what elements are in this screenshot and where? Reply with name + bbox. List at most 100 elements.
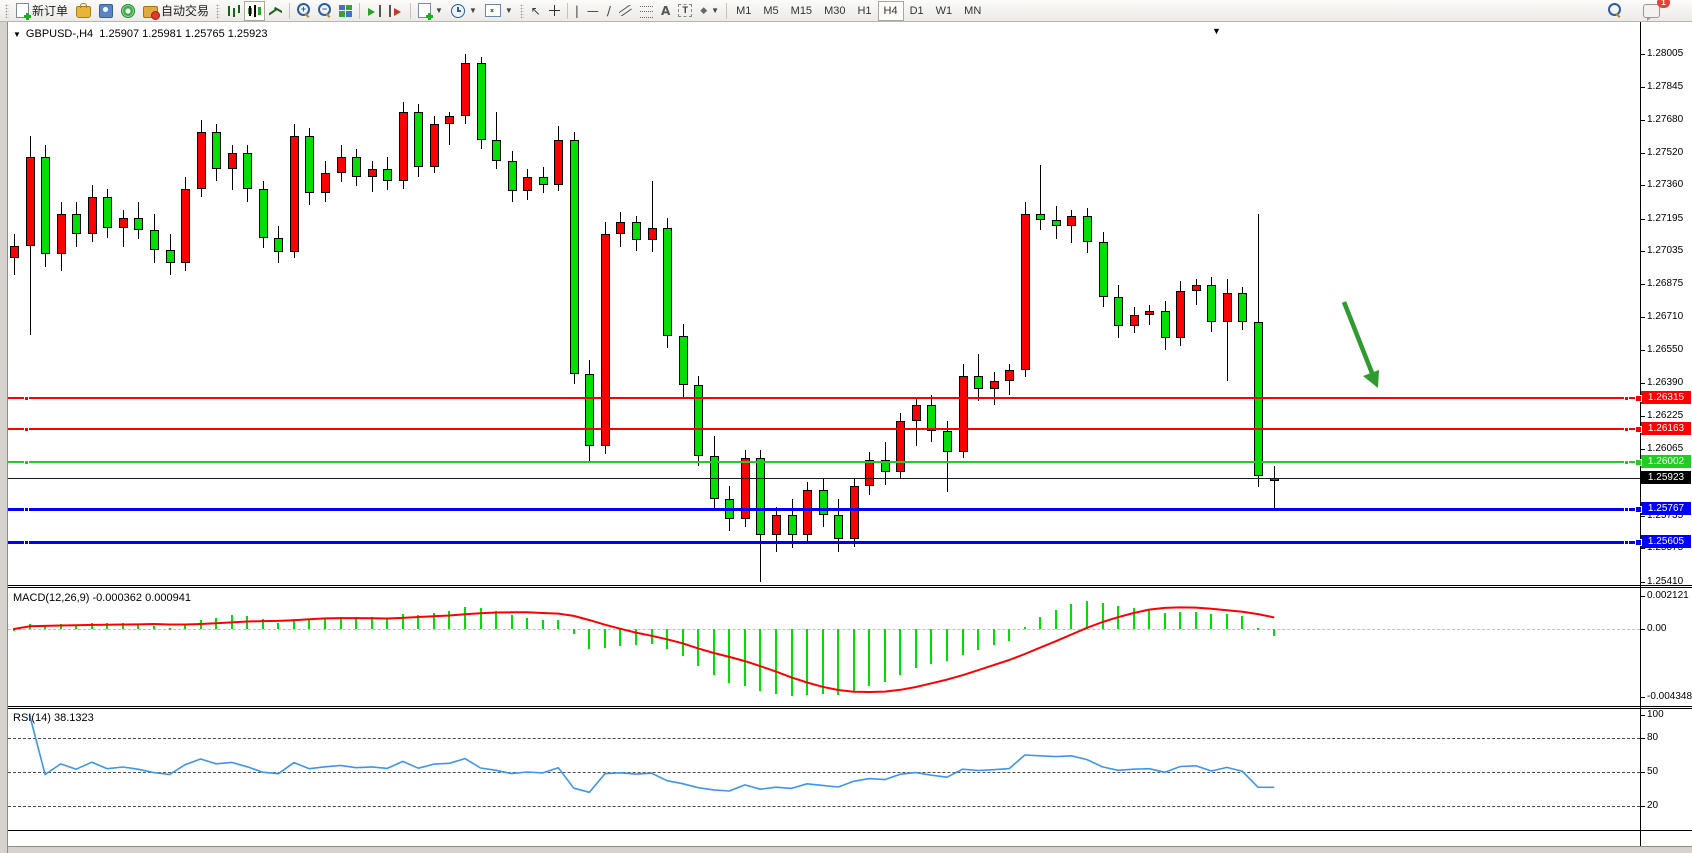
auto-scroll-button[interactable] bbox=[363, 1, 385, 21]
search-button[interactable] bbox=[1604, 1, 1625, 21]
auto-scroll-icon bbox=[367, 5, 381, 17]
candle-bull bbox=[554, 140, 563, 185]
line-chart-button[interactable] bbox=[265, 1, 286, 21]
crosshair-icon bbox=[549, 5, 560, 16]
timeframe-button-h4[interactable]: H4 bbox=[878, 1, 904, 21]
chart-collapse-icon[interactable]: ▼ bbox=[13, 30, 21, 39]
horizontal-line-object[interactable] bbox=[8, 461, 1640, 463]
profile-button[interactable] bbox=[95, 1, 117, 21]
bar-chart-button[interactable] bbox=[223, 1, 244, 21]
zoom-out-button[interactable]: − bbox=[314, 1, 335, 21]
text-label-icon: T bbox=[678, 4, 692, 17]
candle-bull bbox=[1176, 291, 1185, 338]
macd-histogram-bar bbox=[1273, 629, 1275, 636]
macd-histogram-bar bbox=[993, 629, 995, 645]
horizontal-line-object[interactable] bbox=[8, 508, 1640, 511]
candlestick-chart-button[interactable] bbox=[244, 1, 265, 21]
vertical-line-icon: | bbox=[575, 4, 579, 18]
bid-price-tag: 1.25923 bbox=[1641, 471, 1691, 484]
line-handle[interactable] bbox=[24, 427, 29, 432]
candle-bull bbox=[1130, 315, 1139, 326]
tile-windows-button[interactable] bbox=[335, 1, 356, 21]
arrows-button[interactable]: ◆▼ bbox=[696, 1, 723, 21]
candle-bear bbox=[679, 336, 688, 385]
candle-bear bbox=[585, 374, 594, 446]
candle-bear bbox=[819, 490, 828, 515]
zoom-in-button[interactable]: + bbox=[293, 1, 314, 21]
macd-histogram-bar bbox=[106, 623, 108, 629]
cursor-button[interactable]: ↖ bbox=[527, 1, 545, 21]
crosshair-button[interactable] bbox=[545, 1, 564, 21]
notifications-button[interactable]: 1 bbox=[1639, 1, 1664, 21]
candle-bear bbox=[1161, 311, 1170, 338]
channel-button[interactable] bbox=[615, 1, 636, 21]
macd-histogram-bar bbox=[153, 626, 155, 629]
toolbar-grip[interactable] bbox=[5, 4, 9, 18]
indicators-menu-button[interactable]: ▼ bbox=[481, 1, 517, 21]
macd-histogram-bar bbox=[495, 611, 497, 629]
vertical-line-button[interactable]: | bbox=[571, 1, 583, 21]
toolbar-grip[interactable] bbox=[520, 4, 524, 18]
macd-histogram-bar bbox=[464, 607, 466, 629]
macd-histogram-bar bbox=[728, 629, 730, 683]
line-handle[interactable] bbox=[24, 396, 29, 401]
macd-histogram-bar bbox=[1195, 612, 1197, 629]
chart-shift-button[interactable] bbox=[385, 1, 407, 21]
line-handle[interactable] bbox=[24, 540, 29, 545]
toolbar-grip[interactable] bbox=[216, 4, 220, 18]
line-handle[interactable] bbox=[1624, 507, 1629, 512]
new-chart-button[interactable]: ▼ bbox=[414, 1, 447, 21]
macd-histogram-bar bbox=[806, 629, 808, 695]
horizontal-line-object[interactable] bbox=[8, 541, 1640, 544]
candle-bull bbox=[1192, 285, 1201, 291]
new-order-button[interactable]: 新订单 bbox=[12, 1, 72, 21]
market-button[interactable] bbox=[72, 1, 95, 21]
line-handle[interactable] bbox=[24, 460, 29, 465]
horizontal-line-object[interactable] bbox=[8, 428, 1640, 430]
timeframe-button-h1[interactable]: H1 bbox=[851, 1, 877, 21]
horizontal-line-button[interactable]: — bbox=[583, 1, 603, 21]
down-arrow-annotation[interactable] bbox=[1344, 302, 1379, 388]
rsi-level-line bbox=[8, 806, 1640, 807]
timeframe-button-d1[interactable]: D1 bbox=[904, 1, 930, 21]
line-handle[interactable] bbox=[1624, 460, 1629, 465]
line-handle[interactable] bbox=[1624, 396, 1629, 401]
search-icon bbox=[1608, 3, 1621, 16]
macd-histogram-bar bbox=[215, 618, 217, 629]
timeframe-button-m15[interactable]: M15 bbox=[785, 1, 818, 21]
timeframe-button-m1[interactable]: M1 bbox=[730, 1, 757, 21]
candle-bear bbox=[150, 230, 159, 250]
timeframe-button-mn[interactable]: MN bbox=[958, 1, 987, 21]
candle-bull bbox=[399, 112, 408, 181]
line-handle[interactable] bbox=[1624, 427, 1629, 432]
line-price-tag: 1.25605 bbox=[1641, 535, 1691, 548]
timeframes-menu-button[interactable]: ▼ bbox=[447, 1, 481, 21]
chart-menu-caret-icon[interactable]: ▼ bbox=[1212, 26, 1221, 36]
line-handle[interactable] bbox=[1624, 540, 1629, 545]
candle-bull bbox=[1021, 214, 1030, 370]
trendline-button[interactable]: / bbox=[603, 1, 615, 21]
macd-histogram-bar bbox=[417, 615, 419, 629]
signals-button[interactable] bbox=[117, 1, 139, 21]
candlestick-chart-icon bbox=[248, 5, 261, 17]
line-tag-notch bbox=[1635, 426, 1642, 433]
rsi-axis-tick-label: 50 bbox=[1647, 766, 1658, 777]
autotrading-button[interactable]: 自动交易 bbox=[139, 1, 213, 21]
timeframe-button-m30[interactable]: M30 bbox=[818, 1, 851, 21]
price-axis-tick-label: 1.26875 bbox=[1647, 278, 1683, 289]
fibonacci-button[interactable] bbox=[636, 1, 657, 21]
macd-histogram-bar bbox=[355, 617, 357, 629]
text-button[interactable]: A bbox=[657, 1, 674, 21]
horizontal-line-object[interactable] bbox=[8, 397, 1640, 399]
macd-histogram-bar bbox=[697, 629, 699, 666]
macd-histogram-bar bbox=[635, 629, 637, 645]
timeframe-button-m5[interactable]: M5 bbox=[757, 1, 784, 21]
line-handle[interactable] bbox=[24, 507, 29, 512]
text-label-button[interactable]: T bbox=[674, 1, 696, 21]
chart-window[interactable]: ▼GBPUSD-,H4 1.25907 1.25981 1.25765 1.25… bbox=[0, 22, 1692, 853]
timeframe-button-w1[interactable]: W1 bbox=[930, 1, 959, 21]
macd-histogram-bar bbox=[246, 616, 248, 629]
macd-histogram-bar bbox=[1055, 610, 1057, 629]
price-axis-tick-label: 1.26710 bbox=[1647, 311, 1683, 322]
candle-bull bbox=[616, 222, 625, 234]
